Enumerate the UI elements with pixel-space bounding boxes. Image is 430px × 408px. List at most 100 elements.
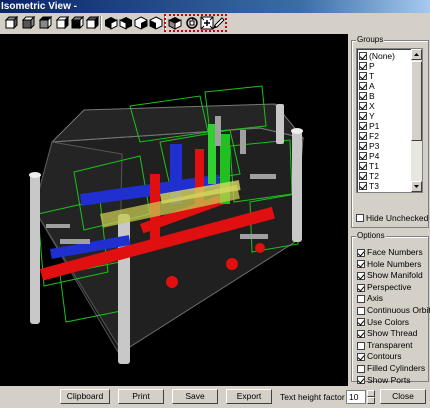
group-item[interactable]: T — [359, 71, 411, 81]
option-item[interactable]: Perspective — [357, 282, 430, 294]
right-panel: Groups (None)PTABXYP1F2P3P4T1T2T3T4A1A2 … — [348, 34, 430, 386]
checkbox-box[interactable] — [359, 182, 367, 190]
group-item[interactable]: (None) — [359, 51, 411, 61]
checkbox-box[interactable] — [359, 192, 367, 193]
group-item-label: T4 — [369, 191, 379, 192]
option-item[interactable]: Transparent — [357, 340, 430, 352]
option-item[interactable]: Contours — [357, 351, 430, 363]
checkbox-box[interactable] — [357, 364, 365, 373]
option-item[interactable]: Use Colors — [357, 317, 430, 329]
group-item-label: T2 — [369, 171, 379, 181]
save-button[interactable]: Save — [172, 389, 218, 404]
checkbox-box[interactable] — [357, 353, 365, 362]
checkbox-box[interactable] — [359, 162, 367, 170]
checkbox-box[interactable] — [359, 52, 367, 60]
option-item[interactable]: Show Manifold — [357, 270, 430, 282]
scroll-down-button[interactable] — [411, 181, 422, 192]
group-item-label: A — [369, 81, 375, 91]
group-item-label: P — [369, 61, 375, 71]
cube-iso-1-icon[interactable] — [104, 16, 118, 30]
option-item[interactable]: Show Ports — [357, 375, 430, 387]
checkbox-box[interactable] — [357, 271, 365, 280]
group-item[interactable]: Y — [359, 111, 411, 121]
group-item[interactable]: B — [359, 91, 411, 101]
option-item-label: Continuous Orbit — [367, 304, 430, 315]
group-item-label: X — [369, 101, 375, 111]
checkbox-box[interactable] — [359, 62, 367, 70]
option-item[interactable]: Continuous Orbit — [357, 305, 430, 317]
checkbox-box[interactable] — [356, 214, 364, 222]
group-item[interactable]: P4 — [359, 151, 411, 161]
checkbox-box[interactable] — [359, 102, 367, 110]
checkbox-box[interactable] — [359, 122, 367, 130]
view-top-icon[interactable] — [38, 16, 52, 30]
view-left-icon[interactable] — [70, 16, 84, 30]
option-item-label: Filled Cylinders — [367, 362, 426, 373]
text-height-spinner[interactable] — [367, 390, 375, 404]
view-front-icon[interactable] — [4, 16, 18, 30]
spin-up-button[interactable] — [367, 390, 375, 397]
checkbox-box[interactable] — [357, 376, 365, 385]
option-item[interactable]: Filled Cylinders — [357, 363, 430, 375]
group-item[interactable]: F2 — [359, 131, 411, 141]
group-item-label: Y — [369, 111, 375, 121]
group-item[interactable]: X — [359, 101, 411, 111]
highlight-annotation-box — [164, 14, 227, 32]
groups-scrollbar[interactable] — [411, 49, 422, 192]
checkbox-box[interactable] — [359, 72, 367, 80]
checkbox-box[interactable] — [357, 318, 365, 327]
option-item-label: Face Numbers — [367, 247, 423, 257]
group-item[interactable]: T2 — [359, 171, 411, 181]
checkbox-box[interactable] — [357, 248, 365, 257]
group-item[interactable]: T3 — [359, 181, 411, 191]
groups-groupbox: Groups (None)PTABXYP1F2P3P4T1T2T3T4A1A2 … — [351, 35, 429, 228]
group-item-label: F2 — [369, 131, 379, 141]
group-item[interactable]: P1 — [359, 121, 411, 131]
print-button[interactable]: Print — [118, 389, 164, 404]
isometric-3d-viewport[interactable] — [0, 34, 348, 386]
group-item[interactable]: P3 — [359, 141, 411, 151]
scroll-up-button[interactable] — [411, 49, 422, 60]
group-item[interactable]: A — [359, 81, 411, 91]
close-button[interactable]: Close — [380, 389, 426, 404]
group-item[interactable]: P — [359, 61, 411, 71]
checkbox-box[interactable] — [357, 295, 365, 304]
view-right-icon[interactable] — [85, 16, 99, 30]
checkbox-box[interactable] — [357, 260, 365, 269]
group-item[interactable]: T1 — [359, 161, 411, 171]
group-item[interactable]: T4 — [359, 191, 411, 193]
clipboard-button[interactable]: Clipboard — [60, 389, 110, 404]
option-item[interactable]: Hole Numbers — [357, 259, 430, 271]
text-height-input[interactable]: 10 — [346, 390, 366, 404]
option-item-label: Show Ports — [367, 374, 411, 385]
checkbox-box[interactable] — [359, 82, 367, 90]
checkbox-box[interactable] — [359, 142, 367, 150]
checkbox-box[interactable] — [359, 152, 367, 160]
cube-iso-3-icon[interactable] — [134, 16, 148, 30]
hide-unchecked-checkbox[interactable]: Hide Unchecked — [356, 213, 428, 223]
checkbox-box[interactable] — [357, 283, 365, 292]
option-item-label: Contours — [367, 351, 402, 362]
option-item[interactable]: Axis — [357, 293, 430, 305]
checkbox-box[interactable] — [359, 112, 367, 120]
option-item-label: Axis — [367, 293, 384, 304]
option-item[interactable]: Show Thread — [357, 328, 430, 340]
checkbox-box[interactable] — [357, 329, 365, 338]
option-item[interactable]: Face Numbers — [357, 247, 430, 259]
cube-iso-4-icon[interactable] — [149, 16, 163, 30]
cube-iso-2-icon[interactable] — [119, 16, 133, 30]
toolbar — [0, 13, 430, 33]
view-back-icon[interactable] — [21, 16, 35, 30]
scroll-thumb[interactable] — [411, 61, 422, 141]
checkbox-box[interactable] — [359, 172, 367, 180]
checkbox-box[interactable] — [359, 92, 367, 100]
checkbox-box[interactable] — [357, 341, 365, 350]
view-bottom-icon[interactable] — [55, 16, 69, 30]
groups-listbox[interactable]: (None)PTABXYP1F2P3P4T1T2T3T4A1A2 — [356, 48, 423, 193]
export-button[interactable]: Export — [226, 389, 272, 404]
option-item-label: Use Colors — [367, 316, 410, 327]
checkbox-box[interactable] — [357, 306, 365, 315]
group-item-label: T3 — [369, 181, 379, 191]
checkbox-box[interactable] — [359, 132, 367, 140]
spin-down-button[interactable] — [367, 397, 375, 404]
